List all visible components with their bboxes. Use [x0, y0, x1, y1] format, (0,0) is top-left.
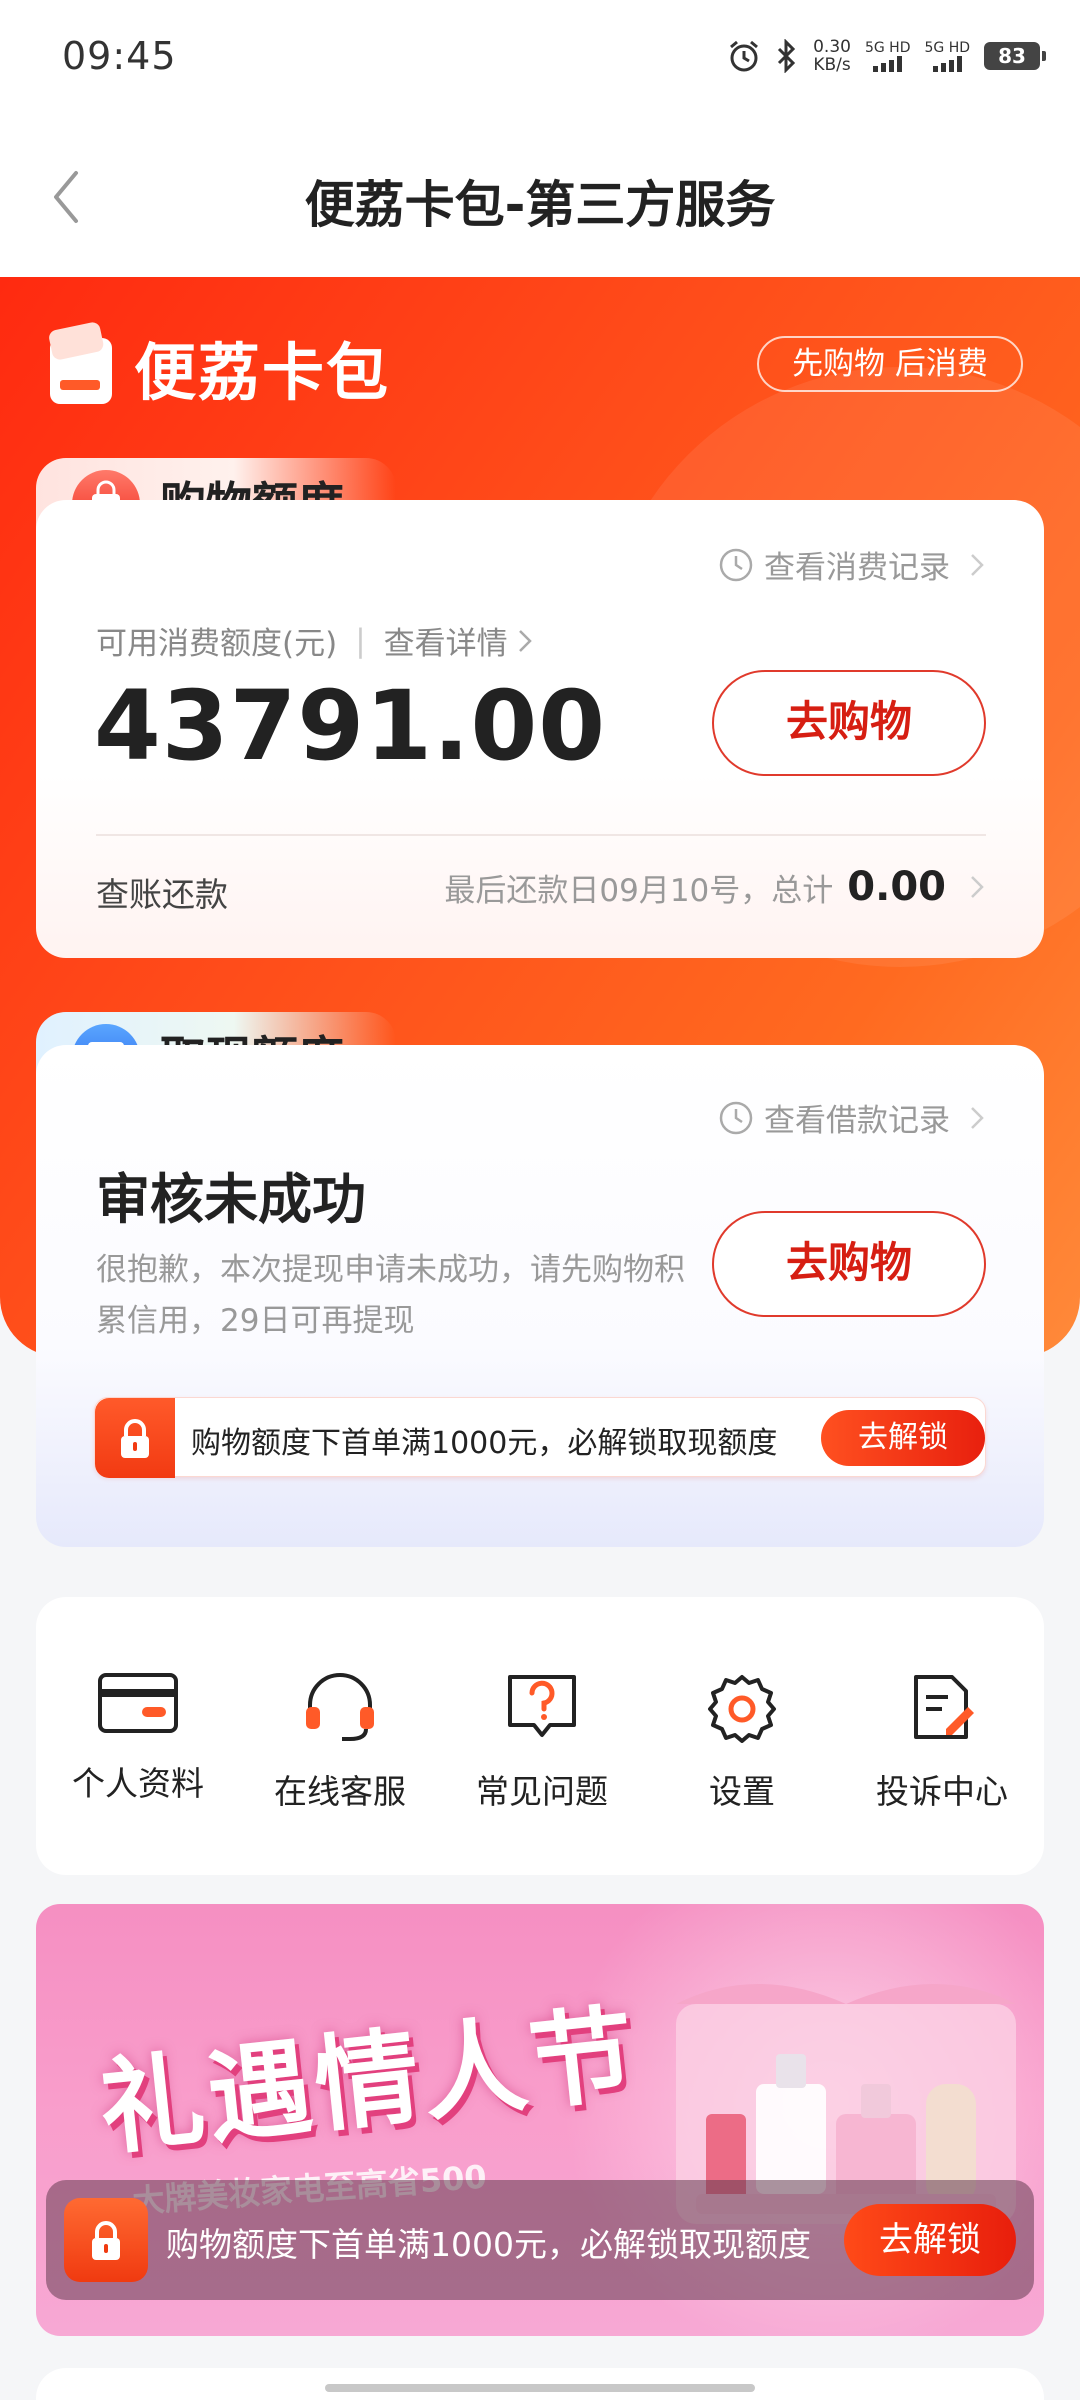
- chevron-right-icon: [518, 629, 532, 652]
- signal-icon-2: 5G HD: [924, 40, 970, 72]
- separator: |: [355, 622, 366, 659]
- lock-icon: [95, 1398, 175, 1478]
- available-credit-label: 可用消费额度(元): [96, 626, 338, 662]
- review-status-description: 很抱歉，本次提现申请未成功，请先购物积累信用，29日可再提现: [96, 1252, 685, 1339]
- sim2-label: 5G HD: [924, 40, 970, 56]
- repayment-due-text: 最后还款日09月10号，总计: [444, 872, 834, 909]
- bluetooth-icon: [778, 39, 796, 73]
- status-bar: 09:45 0.30 KB/s 5G HD 5G HD 83: [0, 0, 1080, 115]
- consumption-record-link[interactable]: 查看消费记录: [718, 542, 986, 587]
- banner-unlock-button[interactable]: 去解锁: [844, 2204, 1016, 2276]
- network-speed: 0.30 KB/s: [813, 38, 851, 74]
- lock-icon: [64, 2198, 148, 2282]
- promo-banner[interactable]: 礼遇情人节 大牌美妆家电至高省500 购物额度下首单满1000元，必解锁取现额度…: [36, 1904, 1044, 2336]
- status-time: 09:45: [62, 34, 177, 78]
- bill-repay-label[interactable]: 查账还款: [96, 868, 228, 916]
- menu-label: 在线客服: [274, 1772, 406, 1811]
- menu-item-profile[interactable]: 个人资料: [38, 1671, 238, 1805]
- chevron-right-icon: [971, 1106, 984, 1129]
- chevron-right-icon: [971, 553, 984, 576]
- loan-record-link[interactable]: 查看借款记录: [718, 1095, 986, 1140]
- sim1-label: 5G HD: [864, 40, 911, 56]
- bill-total-amount: 0.00: [847, 864, 946, 910]
- consumption-record-label: 查看消费记录: [764, 550, 950, 586]
- available-credit-amount: 43791.00: [94, 670, 607, 782]
- headset-icon: [306, 1673, 374, 1741]
- unlock-tip-bar: 购物额度下首单满1000元，必解锁取现额度 去解锁: [94, 1397, 986, 1478]
- menu-item-customer-service[interactable]: 在线客服: [240, 1671, 440, 1813]
- clock-icon: [719, 548, 753, 581]
- banner-unlock-bar: 购物额度下首单满1000元，必解锁取现额度 去解锁: [46, 2180, 1034, 2300]
- divider: [96, 834, 986, 836]
- go-shopping-button[interactable]: 去购物: [712, 670, 986, 776]
- credit-label-row: 可用消费额度(元) | 查看详情: [96, 618, 534, 663]
- menu-label: 常见问题: [476, 1772, 608, 1811]
- signal-icon: 5G HD: [864, 40, 911, 72]
- banner-unlock-text: 购物额度下首单满1000元，必解锁取现额度: [166, 2225, 811, 2264]
- view-details-link[interactable]: 查看详情: [384, 618, 508, 663]
- menu-item-settings[interactable]: 设置: [642, 1671, 842, 1813]
- gear-icon: [708, 1675, 776, 1743]
- wallet-logo-icon: [49, 322, 112, 404]
- battery-icon: 83: [984, 42, 1046, 70]
- unlock-button[interactable]: 去解锁: [821, 1410, 985, 1466]
- chevron-right-icon: [971, 876, 984, 898]
- review-status-title: 审核未成功: [96, 1168, 366, 1231]
- complaint-icon: [914, 1675, 974, 1739]
- go-shopping-button-2[interactable]: 去购物: [712, 1211, 986, 1317]
- slogan-badge: 先购物 后消费: [757, 336, 1023, 392]
- menu-item-complaint[interactable]: 投诉中心: [842, 1671, 1042, 1813]
- page-title: 便荔卡包-第三方服务: [304, 176, 776, 234]
- status-icons: 0.30 KB/s 5G HD 5G HD 83: [727, 34, 1046, 78]
- bill-summary[interactable]: 最后还款日09月10号，总计 0.00: [444, 864, 986, 910]
- home-indicator[interactable]: [325, 2384, 755, 2392]
- menu-label: 个人资料: [72, 1764, 204, 1803]
- menu-item-faq[interactable]: 常见问题: [442, 1671, 642, 1813]
- service-menu: 个人资料 在线客服 常见问题 设置 投诉中心: [36, 1597, 1044, 1875]
- brand-name: 便荔卡包: [134, 336, 391, 409]
- loan-record-label: 查看借款记录: [764, 1103, 950, 1139]
- clock-icon: [719, 1101, 753, 1134]
- cash-credit-card: 查看借款记录 审核未成功 很抱歉，本次提现申请未成功，请先购物积累信用，29日可…: [36, 1045, 1044, 1547]
- alarm-icon: [730, 40, 759, 72]
- net-speed-value: 0.30: [813, 37, 851, 57]
- id-card-icon: [98, 1673, 178, 1733]
- question-icon: [508, 1675, 576, 1737]
- unlock-tip-text: 购物额度下首单满1000元，必解锁取现额度: [191, 1426, 778, 1461]
- menu-label: 设置: [709, 1772, 775, 1811]
- title-bar: 便荔卡包-第三方服务: [0, 115, 1080, 277]
- shopping-credit-card: 查看消费记录 可用消费额度(元) | 查看详情 43791.00 去购物 查账还…: [36, 500, 1044, 958]
- menu-label: 投诉中心: [876, 1772, 1008, 1811]
- net-speed-unit: KB/s: [813, 55, 851, 75]
